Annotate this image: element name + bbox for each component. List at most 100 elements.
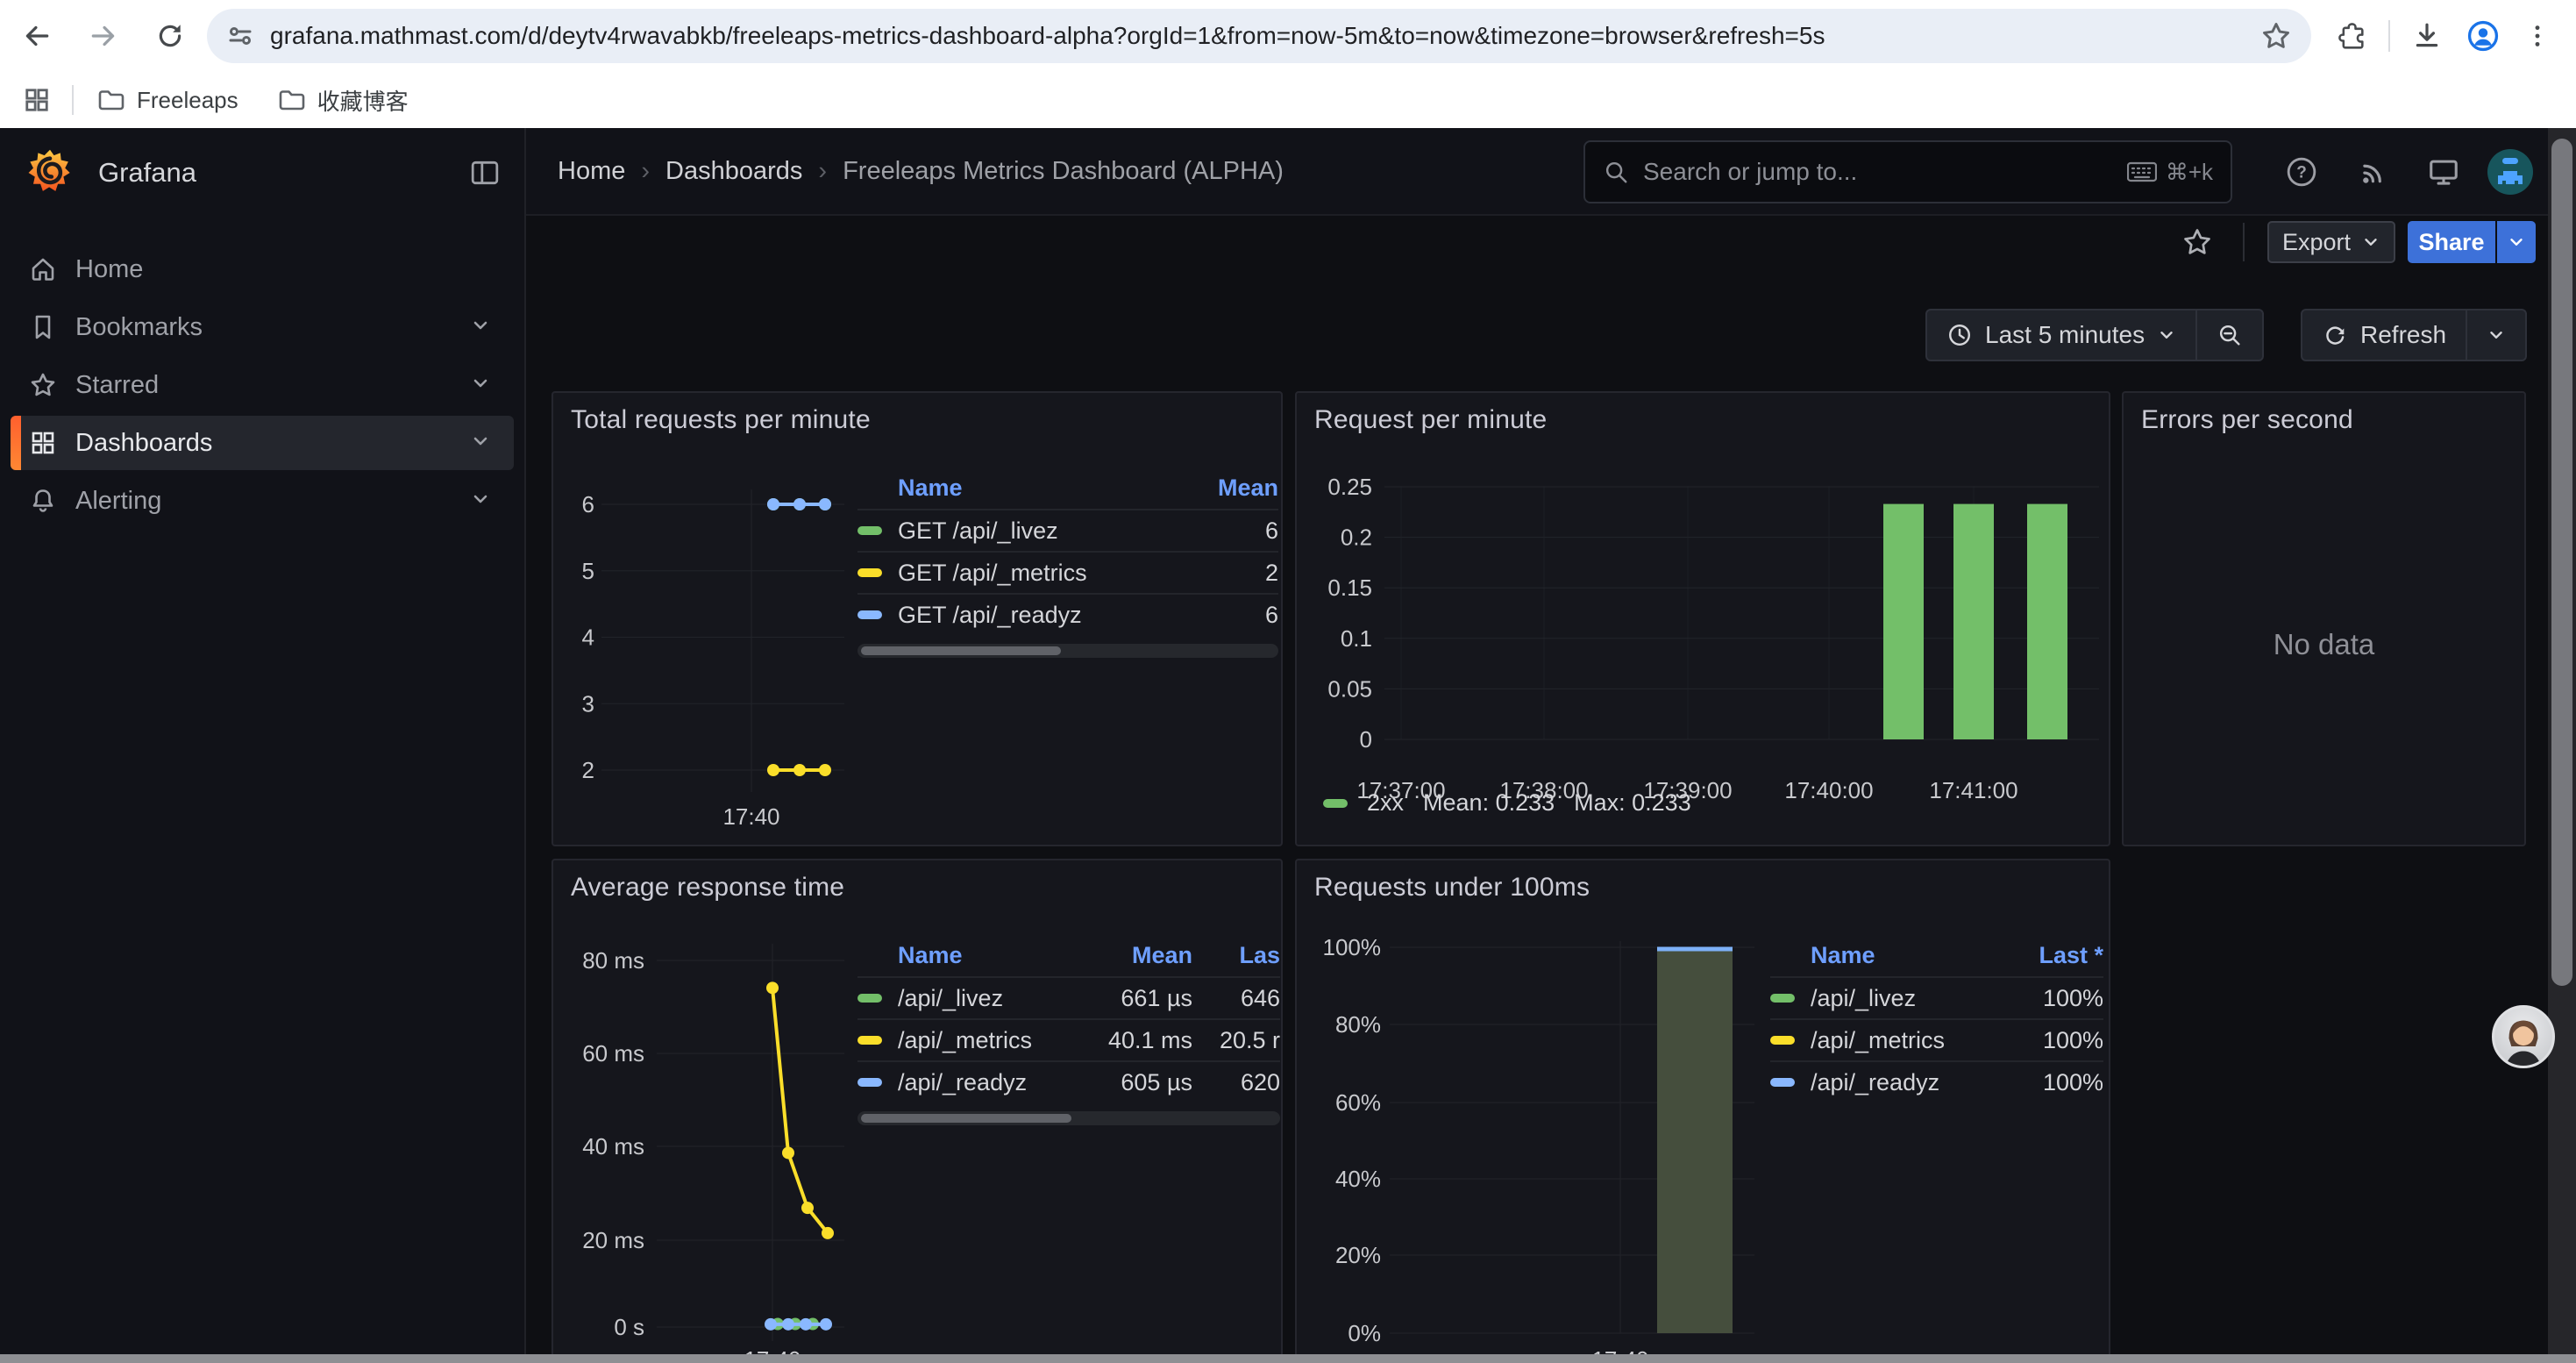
bookmarks-bar: Freeleaps 收藏博客 [0,72,2576,128]
legend-row[interactable]: /api/_readyz 605 µs 620 [857,1060,1280,1103]
legend-header-name[interactable]: Name [1811,942,2007,969]
series-color-pill[interactable] [857,994,882,1003]
breadcrumb-home[interactable]: Home [558,157,625,186]
svg-text:0%: 0% [1348,1320,1381,1346]
site-settings-icon[interactable] [226,22,254,50]
legend-header-mean[interactable]: Mean [1173,475,1278,502]
help-button[interactable]: ? [2271,128,2332,216]
series-name[interactable]: GET /api/_livez [898,517,1173,545]
series-color-pill[interactable] [1770,994,1795,1003]
series-name[interactable]: GET /api/_readyz [898,602,1173,629]
series-color-pill[interactable] [857,526,882,535]
browser-back-button[interactable] [12,11,61,61]
legend-horizontal-scrollbar[interactable] [857,644,1278,658]
legend-row[interactable]: GET /api/_readyz 6 [857,593,1278,635]
search-input[interactable]: Search or jump to... ⌘+k [1583,140,2232,203]
puzzle-icon [2337,21,2366,51]
bookmark-folder-blogs[interactable]: 收藏博客 [277,84,409,117]
breadcrumb-separator: › [641,157,650,186]
legend-row[interactable]: GET /api/_metrics 2 [857,551,1278,593]
series-color-pill[interactable] [1770,1036,1795,1045]
series-color-pill[interactable] [1323,799,1348,808]
panel-total-requests-per-minute[interactable]: Total requests per minute 6543217:40 Nam… [551,391,1283,846]
legend-row[interactable]: /api/_livez 100% [1770,976,2103,1018]
legend-row[interactable]: /api/_metrics 40.1 ms 20.5 r [857,1018,1280,1060]
series-name[interactable]: 2xx [1367,789,1404,817]
series-name[interactable]: /api/_livez [1811,985,2007,1012]
panel-requests-under-100ms[interactable]: Requests under 100ms 100%80%60%40%20%0%1… [1295,859,2110,1363]
bar-chart[interactable]: 0.250.20.150.10.05017:37:0017:38:0017:39… [1297,393,2109,849]
display-mode-button[interactable] [2413,128,2474,216]
floating-assistant-avatar[interactable] [2492,1005,2555,1068]
legend-row[interactable]: /api/_livez 661 µs 646 [857,976,1280,1018]
news-button[interactable] [2343,128,2404,216]
grafana-sidebar: Grafana Home Bookmarks Starred Dashboard… [0,128,526,1363]
collapse-sidebar-icon[interactable] [470,158,500,188]
legend-row[interactable]: /api/_metrics 100% [1770,1018,2103,1060]
panel-average-response-time[interactable]: Average response time 80 ms60 ms40 ms20 … [551,859,1283,1363]
search-placeholder: Search or jump to... [1643,158,2127,186]
bookmark-folder-freeleaps[interactable]: Freeleaps [96,86,238,114]
url-bar[interactable]: grafana.mathmast.com/d/deytv4rwavabkb/fr… [207,9,2311,63]
sidebar-item-alerting[interactable]: Alerting [11,474,514,528]
panel-request-per-minute[interactable]: Request per minute 0.250.20.150.10.05017… [1295,391,2110,846]
browser-profile-button[interactable] [2459,11,2508,61]
zoom-out-time-button[interactable] [2197,310,2262,360]
user-avatar[interactable] [2480,128,2541,216]
series-color-pill[interactable] [857,568,882,577]
panel-errors-per-second[interactable]: Errors per second No data [2122,391,2526,846]
series-color-pill[interactable] [857,610,882,619]
refresh-label: Refresh [2360,321,2446,349]
sidebar-item-dashboards[interactable]: Dashboards [11,416,514,470]
browser-forward-button[interactable] [79,11,128,61]
sidebar-item-home[interactable]: Home [11,242,514,296]
series-name[interactable]: GET /api/_metrics [898,560,1173,587]
assistant-avatar-image [2494,1008,2552,1066]
legend-header-name[interactable]: Name [898,475,1173,502]
side-panel-apps-button[interactable] [18,81,56,119]
downloads-button[interactable] [2402,11,2451,61]
refresh-button[interactable]: Refresh [2302,310,2466,360]
star-icon [29,371,57,399]
url-text[interactable]: grafana.mathmast.com/d/deytv4rwavabkb/fr… [270,22,2260,50]
legend-row[interactable]: GET /api/_livez 6 [857,509,1278,551]
time-range-picker[interactable]: Last 5 minutes [1927,310,2195,360]
legend-header-last[interactable]: Last * [2007,942,2103,969]
series-name[interactable]: /api/_metrics [898,1027,1070,1054]
scrollbar-thumb[interactable] [861,1114,1071,1123]
series-name[interactable]: /api/_readyz [898,1069,1070,1096]
panel-title[interactable]: Errors per second [2141,405,2353,435]
breadcrumb-dashboards[interactable]: Dashboards [665,157,802,186]
share-button[interactable]: Share [2408,221,2495,263]
series-color-pill[interactable] [857,1078,882,1087]
browser-actions [2327,11,2576,61]
favorite-dashboard-button[interactable] [2174,221,2220,263]
legend-row[interactable]: /api/_readyz 100% [1770,1060,2103,1103]
sidebar-item-label: Bookmarks [75,313,470,342]
series-mean: 6 [1173,517,1278,545]
series-legend[interactable]: 2xx Mean: 0.233 Max: 0.233 [1323,789,1691,817]
legend-table: Name Last * /api/_livez 100% /api/_metri… [1770,934,2103,1103]
bookmark-star-icon[interactable] [2260,20,2292,52]
series-name[interactable]: /api/_metrics [1811,1027,2007,1054]
series-name[interactable]: /api/_readyz [1811,1069,2007,1096]
browser-menu-button[interactable] [2513,11,2562,61]
export-button[interactable]: Export [2267,221,2395,263]
legend-header-name[interactable]: Name [898,942,1070,969]
svg-text:40 ms: 40 ms [582,1133,644,1160]
sidebar-item-bookmarks[interactable]: Bookmarks [11,300,514,354]
scrollbar-thumb[interactable] [861,646,1061,655]
legend-header-mean[interactable]: Mean [1070,942,1192,969]
share-menu-button[interactable] [2497,221,2536,263]
page-scrollbar-thumb[interactable] [2551,139,2572,986]
series-color-pill[interactable] [857,1036,882,1045]
rss-icon [2358,156,2389,188]
series-name[interactable]: /api/_livez [898,985,1070,1012]
sidebar-item-starred[interactable]: Starred [11,358,514,412]
browser-reload-button[interactable] [146,11,195,61]
refresh-interval-button[interactable] [2467,310,2525,360]
extensions-button[interactable] [2327,11,2376,61]
series-color-pill[interactable] [1770,1078,1795,1087]
legend-horizontal-scrollbar[interactable] [857,1111,1280,1125]
legend-header-last[interactable]: Las [1192,942,1280,969]
